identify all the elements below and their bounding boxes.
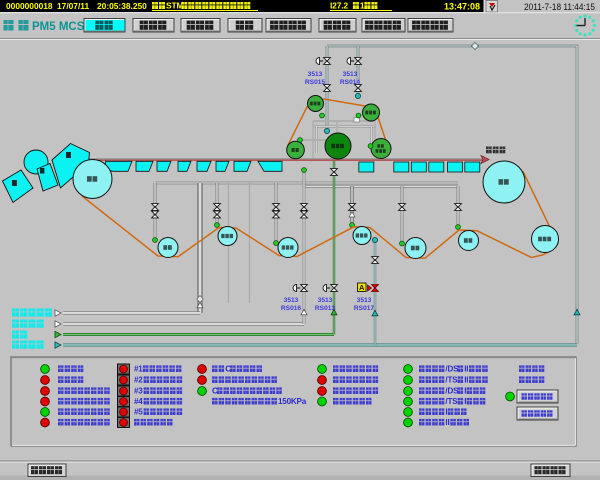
svg-text:II: II: [445, 418, 449, 427]
svg-text:2011-7-18 11:44:15: 2011-7-18 11:44:15: [524, 2, 595, 12]
svg-text:20:05:38.250: 20:05:38.250: [97, 1, 147, 11]
svg-text:3513: 3513: [284, 297, 299, 304]
svg-text:PM5 MCS: PM5 MCS: [32, 21, 85, 33]
svg-text:3513: 3513: [357, 297, 372, 304]
svg-text:A: A: [359, 283, 365, 292]
svg-text:I: I: [464, 387, 466, 396]
svg-text:/TS: /TS: [445, 376, 458, 385]
svg-text:STM: STM: [166, 1, 183, 11]
svg-text:17/07/11: 17/07/11: [57, 1, 89, 11]
svg-text:RS013: RS013: [315, 305, 335, 312]
svg-text:I: I: [464, 397, 466, 406]
svg-text:150KPa: 150KPa: [278, 397, 307, 406]
svg-text:3513: 3513: [343, 71, 358, 78]
svg-text:RS016: RS016: [281, 305, 301, 312]
svg-text:1: 1: [360, 1, 365, 11]
svg-text:/DS: /DS: [445, 387, 459, 396]
svg-text:#4: #4: [134, 397, 143, 406]
svg-text:RS014: RS014: [340, 79, 360, 86]
svg-text:/TS: /TS: [445, 397, 458, 406]
svg-text:13:47:08: 13:47:08: [444, 2, 480, 12]
svg-text:0000000018: 0000000018: [6, 1, 53, 11]
svg-text:#1: #1: [134, 365, 143, 374]
svg-text:II: II: [464, 365, 468, 374]
svg-text:I: I: [445, 408, 447, 417]
svg-text:II: II: [464, 376, 468, 385]
svg-text:3513: 3513: [318, 297, 333, 304]
svg-text:RS017: RS017: [354, 305, 374, 312]
svg-text:RS015: RS015: [305, 79, 325, 86]
svg-text:3513: 3513: [308, 71, 323, 78]
svg-text:#5: #5: [134, 408, 143, 417]
svg-text:/DS: /DS: [445, 365, 459, 374]
svg-text:I27.2: I27.2: [330, 1, 348, 11]
svg-text:#2: #2: [134, 376, 143, 385]
svg-text:#3: #3: [134, 387, 143, 396]
